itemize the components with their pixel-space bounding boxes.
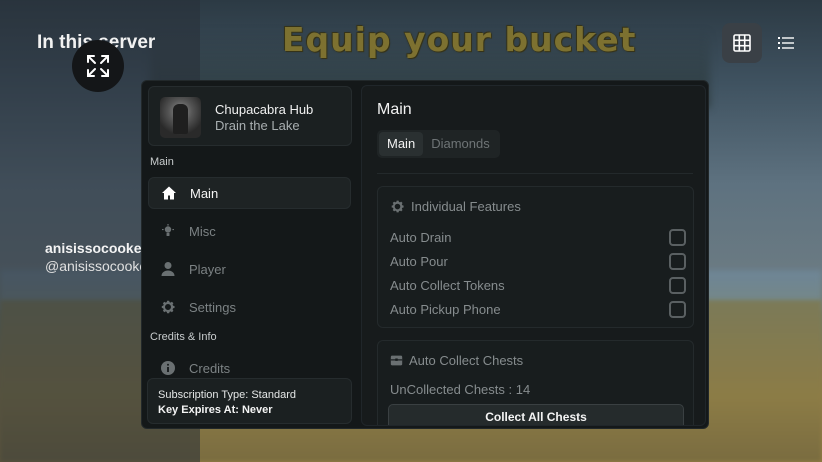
sidebar-item-label: Settings [189, 299, 236, 315]
sidebar-item-label: Main [190, 185, 219, 201]
info-icon [159, 359, 177, 377]
key-expiry: Key Expires At: Never [158, 404, 273, 416]
group-header: Individual Features [390, 199, 521, 214]
page-title: Main [377, 101, 412, 118]
auto-collect-tokens-checkbox[interactable] [669, 276, 686, 294]
section-label-main: Main [150, 156, 174, 168]
section-label-credits: Credits & Info [150, 331, 217, 343]
option-auto-pour: Auto Pour [390, 251, 686, 271]
hub-avatar [160, 97, 201, 138]
sidebar-item-label: Credits [189, 360, 231, 376]
auto-pour-checkbox[interactable] [669, 252, 686, 270]
gear-icon [159, 298, 177, 316]
bulb-icon [159, 222, 177, 240]
grid-view-button[interactable] [722, 23, 762, 63]
hub-window: Chupacabra Hub Drain the Lake Main Main … [141, 80, 709, 429]
divider [377, 173, 693, 174]
collect-all-chests-button[interactable]: Collect All Chests [388, 404, 684, 425]
sidebar-item-main[interactable]: Main [148, 177, 351, 209]
user-display-name: anisissocooke [45, 240, 142, 256]
option-label: Auto Collect Tokens [390, 277, 505, 293]
individual-features-group: Individual Features Auto Drain Auto Pour… [377, 186, 694, 328]
expand-button[interactable] [72, 40, 124, 92]
option-auto-collect-tokens: Auto Collect Tokens [390, 275, 686, 295]
auto-collect-chests-group: Auto Collect Chests UnCollected Chests :… [377, 340, 694, 425]
user-handle: @anisissocooke [45, 258, 148, 274]
hub-info-card: Chupacabra Hub Drain the Lake [148, 86, 352, 146]
list-view-button[interactable] [766, 23, 806, 63]
home-icon [160, 184, 178, 202]
game-banner: Equip your bucket [282, 20, 637, 59]
group-title: Auto Collect Chests [409, 353, 524, 368]
hub-subtitle: Drain the Lake [215, 118, 300, 133]
uncollected-chests-count: UnCollected Chests : 14 [390, 382, 531, 397]
auto-drain-checkbox[interactable] [669, 228, 686, 246]
tab-main[interactable]: Main [379, 132, 424, 156]
option-label: Auto Drain [390, 229, 452, 245]
chest-icon [390, 355, 403, 366]
option-label: Auto Pickup Phone [390, 301, 501, 317]
group-header: Auto Collect Chests [390, 353, 523, 368]
option-label: Auto Pour [390, 253, 448, 269]
sidebar-item-player[interactable]: Player [148, 253, 351, 285]
list-icon [778, 37, 794, 49]
expand-icon [87, 55, 109, 77]
option-auto-pickup-phone: Auto Pickup Phone [390, 299, 686, 319]
grid-icon [733, 34, 751, 52]
auto-pickup-phone-checkbox[interactable] [669, 300, 686, 318]
sidebar-item-label: Player [189, 261, 226, 277]
tab-diamonds[interactable]: Diamonds [423, 132, 498, 156]
group-title: Individual Features [411, 199, 521, 214]
sidebar-item-settings[interactable]: Settings [148, 291, 351, 323]
option-auto-drain: Auto Drain [390, 227, 686, 247]
sidebar-item-misc[interactable]: Misc [148, 215, 351, 247]
tab-bar: Main Diamonds [377, 130, 500, 158]
subscription-type: Subscription Type: Standard [158, 389, 296, 401]
subscription-card: Subscription Type: Standard Key Expires … [147, 378, 352, 424]
content-panel: Main Main Diamonds Individual Features A… [361, 85, 706, 426]
sidebar-item-label: Misc [189, 223, 216, 239]
sidebar: Chupacabra Hub Drain the Lake Main Main … [142, 81, 358, 428]
person-icon [159, 260, 177, 278]
view-toggle [722, 20, 814, 66]
gear-icon [391, 200, 404, 213]
hub-title: Chupacabra Hub [215, 102, 314, 117]
